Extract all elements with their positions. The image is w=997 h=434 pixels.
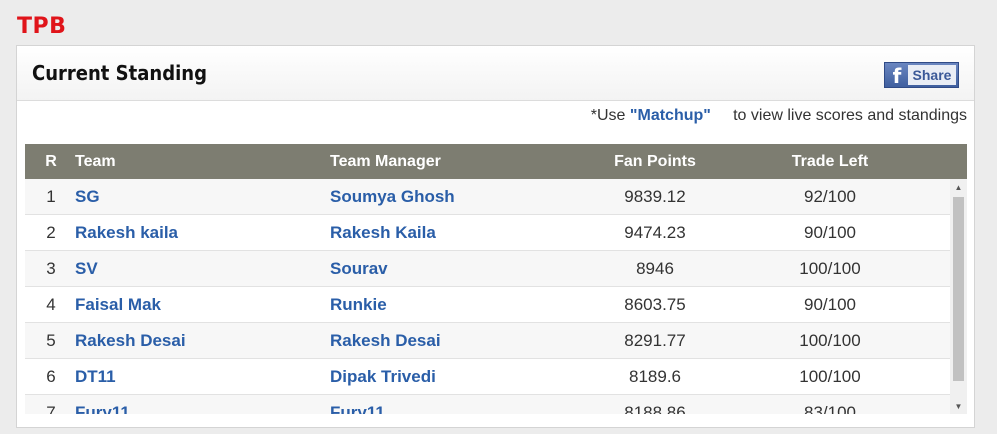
manager-link[interactable]: Rakesh Kaila xyxy=(330,223,570,243)
trade-left-cell: 100/100 xyxy=(799,366,861,386)
team-link[interactable]: Fury11 xyxy=(75,403,330,415)
rank-cell: 1 xyxy=(46,186,56,206)
manager-link[interactable]: Runkie xyxy=(330,295,570,315)
fan-points-cell: 8188.86 xyxy=(624,402,686,415)
trade-left-cell: 92/100 xyxy=(804,186,856,206)
manager-link[interactable]: Fury11 xyxy=(330,403,570,415)
table-row: 7 Fury11 Fury11 8188.86 83/100 xyxy=(25,395,967,414)
manager-link[interactable]: Sourav xyxy=(330,259,570,279)
scroll-thumb[interactable] xyxy=(953,197,964,381)
table-row: 1 SG Soumya Ghosh 9839.12 92/100 xyxy=(25,179,967,215)
team-link[interactable]: Faisal Mak xyxy=(75,295,330,315)
table-row: 3 SV Sourav 8946 100/100 xyxy=(25,251,967,287)
note-suffix: to view live scores and standings xyxy=(733,107,967,124)
matchup-note: *Use "Matchup" to view live scores and s… xyxy=(591,107,967,125)
trade-left-cell: 90/100 xyxy=(804,222,856,242)
manager-link[interactable]: Soumya Ghosh xyxy=(330,187,570,207)
scroll-up-arrow-icon[interactable]: ▲ xyxy=(950,179,967,195)
note-prefix: *Use xyxy=(590,107,626,124)
team-link[interactable]: SG xyxy=(75,187,330,207)
team-link[interactable]: Rakesh kaila xyxy=(75,223,330,243)
rank-cell: 5 xyxy=(46,330,56,350)
trade-left-cell: 83/100 xyxy=(804,402,856,415)
rank-cell: 3 xyxy=(46,258,56,278)
matchup-link[interactable]: "Matchup" xyxy=(630,107,711,124)
trade-left-cell: 100/100 xyxy=(799,330,861,350)
rank-cell: 4 xyxy=(46,294,56,314)
fan-points-cell: 9474.23 xyxy=(624,222,686,242)
fan-points-cell: 9839.12 xyxy=(624,186,686,206)
fan-points-cell: 8603.75 xyxy=(624,294,686,314)
table-row: 2 Rakesh kaila Rakesh Kaila 9474.23 90/1… xyxy=(25,215,967,251)
table-row: 4 Faisal Mak Runkie 8603.75 90/100 xyxy=(25,287,967,323)
facebook-share-button[interactable]: f Share xyxy=(884,62,959,88)
standings-panel: Current Standing f Share *Use "Matchup" … xyxy=(16,45,975,428)
team-link[interactable]: DT11 xyxy=(75,367,330,387)
table-row: 6 DT11 Dipak Trivedi 8189.6 100/100 xyxy=(25,359,967,395)
trade-left-cell: 100/100 xyxy=(799,258,861,278)
header-trade-left: Trade Left xyxy=(791,152,869,170)
rank-cell: 2 xyxy=(46,222,56,242)
table-header: R Team Team Manager Fan Points Trade Lef… xyxy=(25,144,967,179)
header-manager: Team Manager xyxy=(330,152,441,170)
header-fan-points: Fan Points xyxy=(614,152,696,170)
fan-points-cell: 8291.77 xyxy=(624,330,686,350)
standings-table: R Team Team Manager Fan Points Trade Lef… xyxy=(25,144,967,427)
panel-header: Current Standing f Share xyxy=(17,46,974,101)
facebook-icon: f xyxy=(892,64,902,88)
trade-left-cell: 90/100 xyxy=(804,294,856,314)
fan-points-cell: 8946 xyxy=(636,258,674,278)
header-rank: R xyxy=(45,152,57,170)
fan-points-cell: 8189.6 xyxy=(629,366,681,386)
header-team: Team xyxy=(75,152,116,170)
team-link[interactable]: SV xyxy=(75,259,330,279)
rank-cell: 7 xyxy=(46,402,56,415)
scroll-down-arrow-icon[interactable]: ▼ xyxy=(950,398,967,414)
panel-title: Current Standing xyxy=(32,61,207,85)
table-row: 5 Rakesh Desai Rakesh Desai 8291.77 100/… xyxy=(25,323,967,359)
table-scrollbar[interactable]: ▲ ▼ xyxy=(950,179,967,414)
manager-link[interactable]: Rakesh Desai xyxy=(330,331,570,351)
team-link[interactable]: Rakesh Desai xyxy=(75,331,330,351)
rank-cell: 6 xyxy=(46,366,56,386)
share-label: Share xyxy=(908,65,956,85)
manager-link[interactable]: Dipak Trivedi xyxy=(330,367,570,387)
league-name: TPB xyxy=(17,14,67,39)
table-body: 1 SG Soumya Ghosh 9839.12 92/100 2 Rakes… xyxy=(25,179,967,414)
